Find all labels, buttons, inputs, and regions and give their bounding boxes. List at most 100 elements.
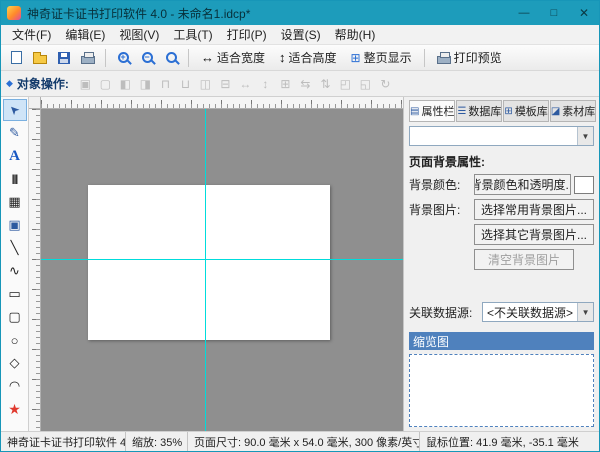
align-center-h-icon: ◫ (196, 74, 215, 93)
zoom-out-button[interactable] (136, 47, 158, 69)
space-vertical-icon: ⇅ (316, 74, 335, 93)
zoom-reset-button[interactable] (160, 47, 182, 69)
bg-other-row: 选择其它背景图片... (409, 224, 594, 245)
align-bottom-icon: ⊔ (176, 74, 195, 93)
object-selector-dropdown[interactable]: ▼ (409, 126, 594, 146)
fit-height-label: 适合高度 (289, 49, 337, 66)
image-tool[interactable]: ▣ (3, 214, 27, 236)
app-window: 神奇证卡证书打印软件 4.0 - 未命名1.idcp* — □ ✕ 文件(F) … (0, 0, 600, 452)
group-icon: ▣ (76, 74, 95, 93)
menu-settings[interactable]: 设置(S) (274, 24, 328, 45)
zoom-reset-icon (166, 52, 177, 63)
card-page[interactable] (88, 185, 330, 340)
canvas-area[interactable] (29, 97, 403, 431)
edit-tool[interactable]: ✎ (3, 122, 27, 144)
full-page-label: 整页显示 (364, 49, 412, 66)
toolbar-separator (105, 49, 106, 67)
drawing-tool-column: ➤ ✎ A ||| ▦ ▣ ╲ ∿ ▭ ▢ ○ ◇ ◠ ★ (1, 97, 29, 431)
bg-clear-button: 清空背景图片 (474, 249, 574, 270)
panel-tabs: ▤ 属性栏 ☰ 数据库 ⊞ 模板库 ◪ 素材库 (409, 100, 594, 122)
minimize-button[interactable]: — (509, 1, 539, 25)
thumbnail-preview (409, 354, 594, 427)
dropdown-arrow-icon[interactable]: ▼ (577, 303, 593, 321)
tab-database[interactable]: ☰ 数据库 (456, 100, 502, 122)
properties-tab-icon: ▤ (410, 106, 419, 117)
menu-view[interactable]: 视图(V) (112, 24, 166, 45)
fit-height-icon: ↕ (279, 50, 286, 65)
object-operations-label: 对象操作: (17, 75, 69, 92)
menu-print[interactable]: 打印(P) (220, 24, 274, 45)
object-selector-value (410, 127, 577, 145)
new-document-button[interactable] (5, 47, 27, 69)
status-bar: 神奇证卡证书打印软件 4.0 缩放: 35% 页面尺寸: 90.0 毫米 x 5… (1, 431, 599, 451)
section-title: 页面背景属性: (409, 153, 594, 170)
bg-common-image-button[interactable]: 选择常用背景图片... (474, 199, 594, 220)
same-size-icon: ⊞ (276, 74, 295, 93)
line-tool[interactable]: ╲ (3, 237, 27, 259)
curve-tool[interactable]: ∿ (3, 260, 27, 282)
rounded-rect-tool[interactable]: ▢ (3, 306, 27, 328)
menu-help[interactable]: 帮助(H) (328, 24, 383, 45)
datasource-dropdown[interactable]: <不关联数据源> ▼ (482, 302, 594, 322)
object-toolbar: ◆ 对象操作: ▣ ▢ ◧ ◨ ⊓ ⊔ ◫ ⊟ ↔ ↕ ⊞ ⇆ ⇅ ◰ ◱ ↻ (1, 71, 599, 97)
tab-properties[interactable]: ▤ 属性栏 (409, 100, 455, 122)
maximize-button[interactable]: □ (539, 1, 569, 25)
bg-other-image-button[interactable]: 选择其它背景图片... (474, 224, 594, 245)
datasource-label: 关联数据源: (409, 304, 479, 321)
main-area: ➤ ✎ A ||| ▦ ▣ ╲ ∿ ▭ ▢ ○ ◇ ◠ ★ (1, 97, 599, 431)
open-button[interactable] (29, 47, 51, 69)
full-page-icon: ⊞ (351, 51, 361, 65)
design-canvas[interactable] (41, 109, 403, 431)
rotate-icon: ↻ (376, 74, 395, 93)
properties-tab-label: 属性栏 (421, 103, 454, 119)
bring-front-icon: ◰ (336, 74, 355, 93)
properties-panel: ▤ 属性栏 ☰ 数据库 ⊞ 模板库 ◪ 素材库 ▼ (403, 97, 599, 431)
zoom-in-icon (118, 52, 129, 63)
full-page-button[interactable]: ⊞ 整页显示 (345, 47, 418, 68)
text-icon: A (9, 148, 20, 165)
horizontal-ruler (41, 97, 403, 109)
menu-tools[interactable]: 工具(T) (166, 24, 219, 45)
templates-tab-label: 模板库 (515, 103, 548, 119)
vertical-guide-line (205, 109, 206, 431)
zoom-out-icon (142, 52, 153, 63)
materials-tab-label: 素材库 (562, 103, 595, 119)
select-tool[interactable]: ➤ (3, 99, 27, 121)
print-button[interactable] (77, 47, 99, 69)
rect-tool[interactable]: ▭ (3, 283, 27, 305)
thumbnail-header: 缩览图 (409, 332, 594, 350)
menu-edit[interactable]: 编辑(E) (58, 24, 112, 45)
dropdown-arrow-icon[interactable]: ▼ (577, 127, 593, 145)
bg-color-swatch[interactable] (574, 176, 594, 194)
bg-color-button[interactable]: 背景颜色和透明度... (474, 174, 571, 195)
curve-icon: ∿ (9, 263, 20, 279)
ellipse-tool[interactable]: ○ (3, 329, 27, 351)
database-tab-label: 数据库 (468, 103, 501, 119)
text-tool[interactable]: A (3, 145, 27, 167)
print-preview-button[interactable]: 打印预览 (431, 47, 508, 68)
barcode-tool[interactable]: ||| (3, 168, 27, 190)
rectangle-icon: ▭ (8, 286, 20, 302)
tab-templates[interactable]: ⊞ 模板库 (503, 100, 548, 122)
ruler-corner (29, 97, 41, 109)
tab-materials[interactable]: ◪ 素材库 (550, 100, 596, 122)
zoom-in-button[interactable] (112, 47, 134, 69)
save-button[interactable] (53, 47, 75, 69)
fit-width-button[interactable]: ↔ 适合宽度 (195, 47, 271, 68)
arc-tool[interactable]: ◠ (3, 375, 27, 397)
close-button[interactable]: ✕ (569, 1, 599, 25)
menu-file[interactable]: 文件(F) (5, 24, 58, 45)
datasource-value: <不关联数据源> (483, 303, 577, 321)
fit-width-label: 适合宽度 (217, 49, 265, 66)
object-operations-icon: ◆ (6, 78, 13, 89)
toolbar-separator (424, 49, 425, 67)
datasource-row: 关联数据源: <不关联数据源> ▼ (409, 302, 594, 322)
toolbar-separator (188, 49, 189, 67)
qrcode-tool[interactable]: ▦ (3, 191, 27, 213)
status-zoom: 缩放: 35% (126, 432, 188, 451)
diamond-tool[interactable]: ◇ (3, 352, 27, 374)
print-preview-label: 打印预览 (454, 49, 502, 66)
fit-height-button[interactable]: ↕ 适合高度 (273, 47, 343, 68)
bg-clear-row: 清空背景图片 (409, 249, 594, 270)
star-tool[interactable]: ★ (3, 398, 27, 420)
